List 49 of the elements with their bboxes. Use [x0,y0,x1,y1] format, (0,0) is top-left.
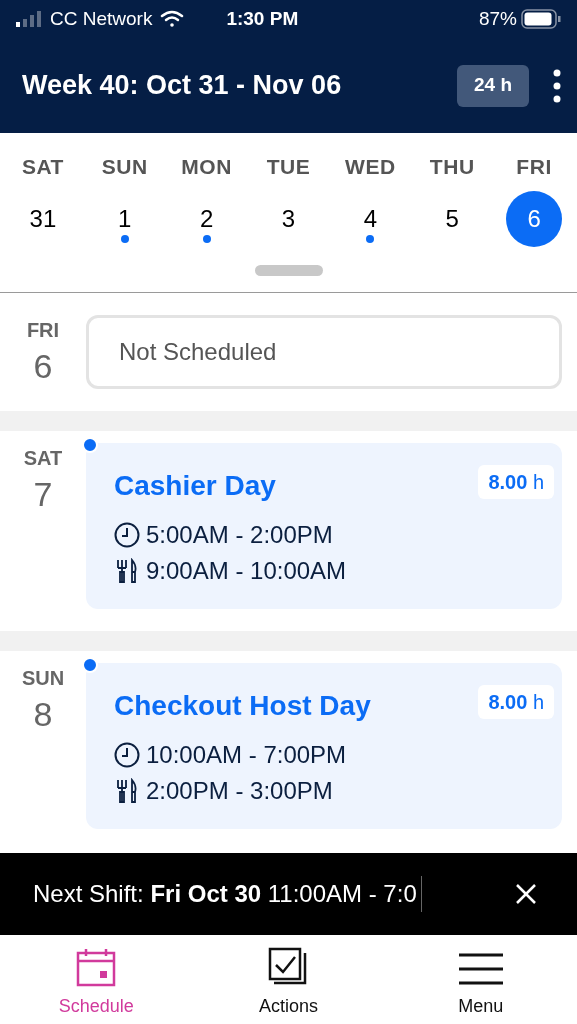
date-button[interactable]: 3 [260,190,317,247]
shift-time: 10:00AM - 7:00PM [146,740,347,770]
clock-icon [114,522,140,548]
date-button[interactable]: 31 [14,190,71,247]
meal-time: 9:00AM - 10:00AM [146,556,347,586]
more-options-icon[interactable] [553,68,561,103]
battery-icon [521,9,561,29]
weekday-label: SAT [21,154,64,180]
tab-bar-item[interactable]: Menu [384,935,577,1024]
weekday-label: TUE [266,154,311,180]
close-icon[interactable] [515,883,537,905]
day-number: 6 [33,349,53,383]
weekday-label: WED [345,154,396,180]
day-weekday: SUN [21,666,65,691]
status-time: 1:30 PM [226,6,299,31]
shift-time: 5:00AM - 2:00PM [146,520,333,550]
meal-time: 2:00PM - 3:00PM [146,776,333,806]
tab-bar-item[interactable]: Schedule [0,935,193,1024]
day-number: 8 [33,697,53,731]
weekday-label: SUN [101,154,148,180]
weekday-label: FRI [516,154,552,180]
day-weekday: FRI [26,318,60,343]
shift-hours: 8.00 h [478,685,554,719]
wifi-icon [160,10,185,28]
date-button[interactable]: 2 [178,190,235,247]
date-button[interactable]: 1 [96,190,153,247]
date-button[interactable]: 4 [342,190,399,247]
weekday-label: MON [181,154,232,180]
shift-title: Cashier Day [114,469,276,503]
calendar-icon [76,947,117,987]
checklist-icon [268,947,309,987]
clock-icon [114,742,140,768]
day-weekday: SAT [23,446,63,471]
shift-title: Checkout Host Day [114,689,371,723]
drag-handle[interactable] [254,265,323,276]
tab-bar-item[interactable]: Actions [192,935,385,1024]
menu-icon [458,951,503,987]
carrier-name: CC Network [50,6,153,31]
week-title: Week 40: Oct 31 - Nov 06 [22,69,342,103]
battery-percent: 87% [478,6,517,31]
next-shift-text: Next Shift: Fri Oct 30 11:00AM - 7:0 [33,876,422,912]
date-button[interactable]: 6 [506,190,563,247]
not-scheduled-card: Not Scheduled [86,315,562,389]
date-button[interactable]: 5 [424,190,481,247]
day-number: 7 [33,477,53,511]
hours-format-button[interactable]: 24 h [457,64,529,107]
weekday-label: THU [429,154,475,180]
shift-hours: 8.00 h [478,465,554,499]
signal-icon [16,11,42,27]
